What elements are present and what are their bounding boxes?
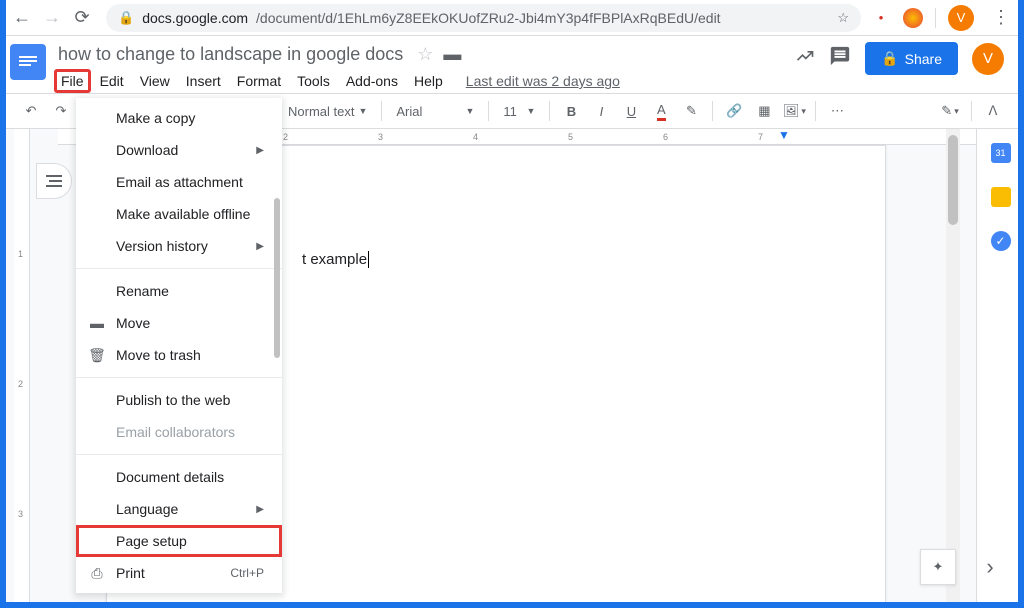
keep-sidebar-icon[interactable]	[991, 187, 1011, 207]
menu-publish-web[interactable]: Publish to the web	[76, 384, 282, 416]
calendar-sidebar-icon[interactable]: 31	[991, 143, 1011, 163]
lock-icon: 🔒	[118, 10, 134, 26]
url-host: docs.google.com	[142, 10, 248, 26]
menu-edit[interactable]: Edit	[93, 69, 131, 93]
print-icon: ⎙	[88, 564, 106, 582]
paragraph-style-select[interactable]: Normal text▼	[282, 104, 373, 119]
menu-page-setup[interactable]: Page setup	[76, 525, 282, 557]
menu-email-attachment[interactable]: Email as attachment	[76, 166, 282, 198]
menu-print[interactable]: ⎙PrintCtrl+P	[76, 557, 282, 589]
editing-mode-button[interactable]: ✎▾	[937, 98, 963, 124]
vertical-scrollbar[interactable]	[946, 129, 960, 603]
browser-avatar[interactable]: V	[948, 5, 974, 31]
chrome-menu-icon[interactable]: ⋮	[986, 7, 1016, 28]
account-avatar[interactable]: V	[972, 43, 1004, 75]
side-panel: 31 ✓	[976, 129, 1024, 603]
font-select[interactable]: Arial▼	[390, 104, 480, 119]
document-title[interactable]: how to change to landscape in google doc…	[54, 42, 407, 67]
star-document-icon[interactable]: ☆	[417, 44, 433, 65]
star-icon[interactable]: ☆	[837, 10, 849, 26]
hide-sidepanel-button[interactable]: ›	[972, 549, 1008, 585]
share-button[interactable]: 🔒 Share	[865, 42, 958, 75]
more-tools-button[interactable]: ⋯	[824, 98, 850, 124]
menu-view[interactable]: View	[133, 69, 177, 93]
menu-insert[interactable]: Insert	[179, 69, 228, 93]
tasks-sidebar-icon[interactable]: ✓	[991, 231, 1011, 251]
menu-move[interactable]: ▬Move	[76, 307, 282, 339]
docs-header: how to change to landscape in google doc…	[0, 36, 1024, 93]
docs-logo[interactable]	[10, 44, 46, 80]
activity-icon[interactable]	[795, 46, 815, 72]
lock-icon: 🔒	[881, 50, 898, 67]
insert-link-button[interactable]: 🔗	[721, 98, 747, 124]
extension-icon-2[interactable]	[903, 8, 923, 28]
vertical-ruler: 1 2 3	[14, 129, 30, 603]
url-path: /document/d/1EhLm6yZ8EEkOKUofZRu2-Jbi4mY…	[256, 10, 721, 26]
menu-format[interactable]: Format	[230, 69, 288, 93]
menu-available-offline[interactable]: Make available offline	[76, 198, 282, 230]
extension-icon-1[interactable]: •	[871, 8, 891, 28]
file-menu-dropdown: Make a copy Download▶ Email as attachmen…	[76, 98, 282, 593]
menu-document-details[interactable]: Document details	[76, 461, 282, 493]
reload-button[interactable]: ⟳	[68, 4, 96, 32]
menu-email-collaborators: Email collaborators	[76, 416, 282, 448]
trash-icon: 🗑	[88, 346, 106, 364]
menu-make-a-copy[interactable]: Make a copy	[76, 102, 282, 134]
browser-toolbar: ← → ⟳ 🔒 docs.google.com/document/d/1EhLm…	[0, 0, 1024, 36]
chevron-right-icon: ▶	[256, 145, 264, 156]
insert-image-button[interactable]: 🖼▾	[781, 98, 807, 124]
menu-separator	[76, 377, 282, 378]
italic-button[interactable]: I	[588, 98, 614, 124]
chevron-right-icon: ▶	[256, 241, 264, 252]
undo-button[interactable]: ↶	[18, 98, 44, 124]
highlight-button[interactable]: ✎	[678, 98, 704, 124]
back-button[interactable]: ←	[8, 4, 36, 32]
menu-rename[interactable]: Rename	[76, 275, 282, 307]
menu-addons[interactable]: Add-ons	[339, 69, 405, 93]
last-edit-label[interactable]: Last edit was 2 days ago	[466, 73, 620, 89]
forward-button[interactable]: →	[38, 4, 66, 32]
chevron-right-icon: ▶	[256, 504, 264, 515]
menu-separator	[76, 454, 282, 455]
bold-button[interactable]: B	[558, 98, 584, 124]
menu-file[interactable]: File	[54, 69, 91, 93]
menu-version-history[interactable]: Version history▶	[76, 230, 282, 262]
menu-download[interactable]: Download▶	[76, 134, 282, 166]
redo-button[interactable]: ↷	[48, 98, 74, 124]
address-bar[interactable]: 🔒 docs.google.com/document/d/1EhLm6yZ8EE…	[106, 4, 861, 32]
comment-icon[interactable]	[829, 45, 851, 73]
menu-language[interactable]: Language▶	[76, 493, 282, 525]
menu-tools[interactable]: Tools	[290, 69, 337, 93]
menu-bar: File Edit View Insert Format Tools Add-o…	[54, 69, 787, 93]
document-body-text[interactable]: t example	[302, 251, 369, 268]
font-size-select[interactable]: 11▼	[497, 104, 541, 119]
menu-move-to-trash[interactable]: 🗑Move to trash	[76, 339, 282, 371]
menu-separator	[76, 268, 282, 269]
indent-marker-icon[interactable]: ▼	[778, 129, 790, 142]
share-label: Share	[905, 51, 942, 67]
explore-button[interactable]: ✦	[920, 549, 956, 585]
underline-button[interactable]: U	[618, 98, 644, 124]
menu-help[interactable]: Help	[407, 69, 450, 93]
folder-icon[interactable]: ▬	[443, 44, 461, 65]
insert-comment-button[interactable]: ▦	[751, 98, 777, 124]
collapse-toolbar-button[interactable]: ᐱ	[980, 98, 1006, 124]
text-color-button[interactable]: A	[648, 98, 674, 124]
folder-icon: ▬	[88, 314, 106, 332]
